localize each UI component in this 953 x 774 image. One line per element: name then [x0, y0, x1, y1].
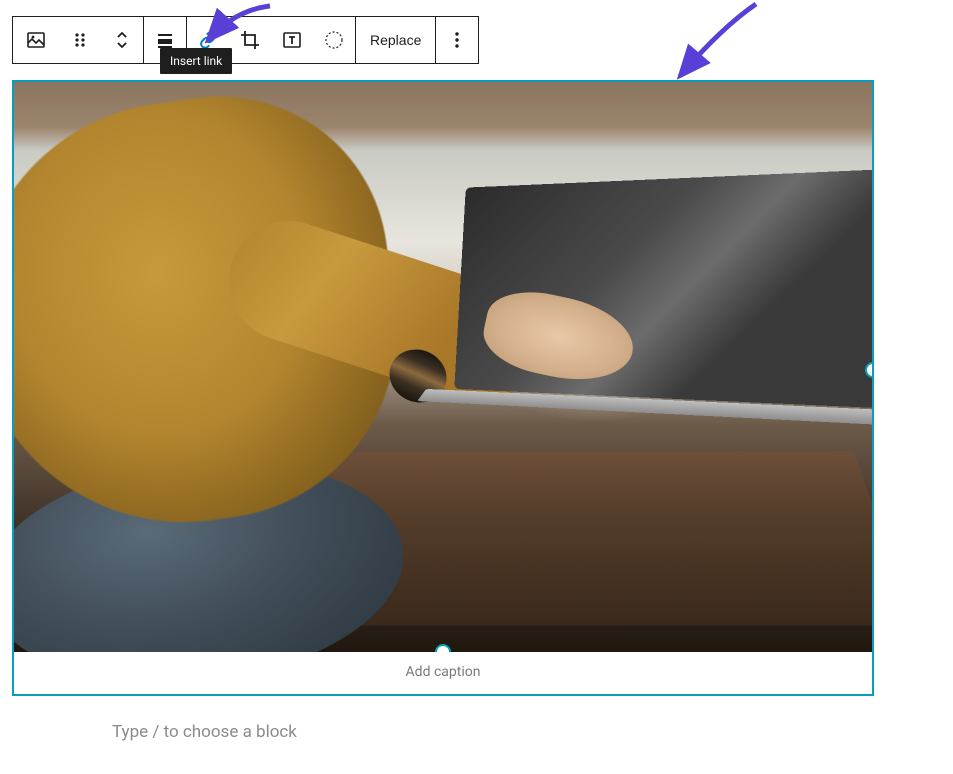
- duotone-filter-button[interactable]: [313, 17, 355, 63]
- drag-handle-button[interactable]: [59, 17, 101, 63]
- image-caption-input[interactable]: Add caption: [14, 652, 872, 694]
- more-options-icon: [445, 28, 469, 52]
- empty-paragraph-placeholder[interactable]: Type / to choose a block: [112, 722, 297, 742]
- toolbar-group-more: [435, 17, 478, 63]
- annotation-arrow-image: [666, 0, 766, 88]
- more-options-button[interactable]: [436, 17, 478, 63]
- move-up-down-button[interactable]: [101, 17, 143, 63]
- image-canvas[interactable]: [14, 82, 872, 652]
- image-icon: [24, 28, 48, 52]
- annotation-arrow-link: [200, 0, 280, 58]
- replace-button[interactable]: Replace: [356, 17, 435, 63]
- block-type-button[interactable]: [13, 17, 59, 63]
- selected-image-block[interactable]: Add caption: [12, 80, 874, 696]
- toolbar-group-replace: Replace: [355, 17, 435, 63]
- duotone-filter-icon: [322, 28, 346, 52]
- image-laptop: [454, 169, 872, 409]
- move-up-down-icon: [110, 28, 134, 52]
- toolbar-group-block: [13, 17, 143, 63]
- drag-handle-icon: [68, 28, 92, 52]
- text-over-image-icon: [280, 28, 304, 52]
- image-content: [14, 82, 872, 652]
